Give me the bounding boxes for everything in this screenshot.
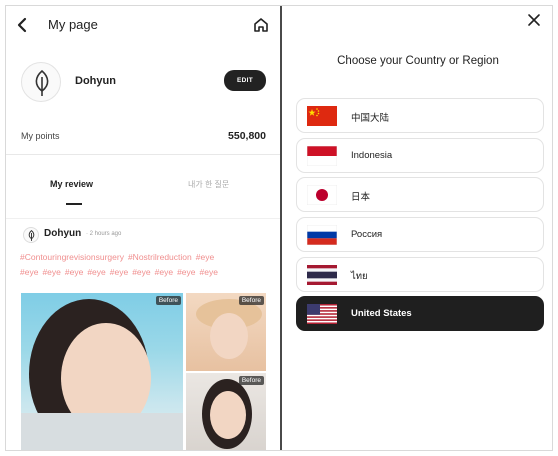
country-option-united-states[interactable]: United States: [296, 296, 544, 331]
close-icon[interactable]: [526, 12, 542, 28]
picker-title: Choose your Country or Region: [337, 55, 499, 67]
country-picker-panel: Choose your Country or Region 中国大陆 Indon…: [282, 6, 552, 450]
country-label: 中国大陆: [351, 113, 390, 124]
review-author: Dohyun: [44, 228, 82, 239]
review-photo-main[interactable]: Before: [21, 293, 183, 450]
country-label: United States: [351, 308, 412, 319]
points-label: My points: [21, 131, 60, 141]
before-badge: Before: [155, 296, 181, 305]
usa-flag-icon: [307, 304, 337, 324]
indonesia-flag-icon: [307, 146, 337, 166]
avatar[interactable]: [21, 62, 61, 102]
review-avatar[interactable]: [23, 227, 39, 243]
review-time: · 2 hours ago: [86, 231, 122, 237]
tab-my-questions[interactable]: 내가 한 질문: [188, 179, 229, 190]
tag[interactable]: #eye: [42, 267, 60, 277]
japan-flag-icon: [307, 185, 337, 205]
country-option-china[interactable]: 中国大陆: [296, 98, 544, 133]
page-header: My page: [6, 6, 280, 46]
tab-my-review[interactable]: My review: [50, 179, 93, 189]
country-option-russia[interactable]: Россия: [296, 217, 544, 252]
tag[interactable]: #Contouringrevisionsurgery: [20, 252, 124, 262]
tag[interactable]: #eye: [65, 267, 83, 277]
home-icon[interactable]: [252, 16, 270, 34]
review-photo-before-1[interactable]: Before: [186, 293, 266, 371]
review-photo-before-2[interactable]: Before: [186, 373, 266, 450]
face: [210, 313, 248, 359]
china-flag-icon: [307, 106, 337, 126]
review-tags: #Contouringrevisionsurgery #Nostrilreduct…: [20, 250, 270, 280]
tag[interactable]: #eye: [110, 267, 128, 277]
country-label: ไทย: [351, 271, 368, 282]
divider: [6, 154, 280, 155]
country-option-indonesia[interactable]: Indonesia: [296, 138, 544, 173]
username: Dohyun: [75, 75, 116, 87]
points-value: 550,800: [228, 130, 266, 142]
chevron-left-icon[interactable]: [14, 16, 32, 34]
active-tab-indicator: [66, 203, 82, 205]
country-option-japan[interactable]: 日本: [296, 177, 544, 212]
tag[interactable]: #eye: [132, 267, 150, 277]
leaf-icon: [35, 69, 49, 96]
before-badge: Before: [238, 296, 264, 305]
tag[interactable]: #eye: [87, 267, 105, 277]
country-label: 日本: [351, 192, 371, 203]
tag[interactable]: #eye: [155, 267, 173, 277]
edit-profile-button[interactable]: EDIT: [224, 70, 266, 91]
divider: [6, 218, 280, 219]
tag[interactable]: #eye: [196, 252, 214, 262]
leaf-icon: [28, 229, 35, 241]
country-label: Россия: [351, 229, 383, 240]
face: [210, 391, 246, 439]
my-page-panel: My page Dohyun EDIT My points 550,800 My…: [6, 6, 280, 450]
country-option-thailand[interactable]: ไทย: [296, 257, 544, 292]
tag[interactable]: #eye: [200, 267, 218, 277]
before-badge: Before: [238, 376, 264, 385]
app-frame: My page Dohyun EDIT My points 550,800 My…: [5, 5, 553, 451]
thailand-flag-icon: [307, 265, 337, 285]
page-title: My page: [48, 17, 98, 32]
russia-flag-icon: [307, 225, 337, 245]
country-label: Indonesia: [351, 150, 393, 161]
tag[interactable]: #eye: [20, 267, 38, 277]
tag[interactable]: #eye: [177, 267, 195, 277]
tag[interactable]: #Nostrilreduction: [128, 252, 192, 262]
